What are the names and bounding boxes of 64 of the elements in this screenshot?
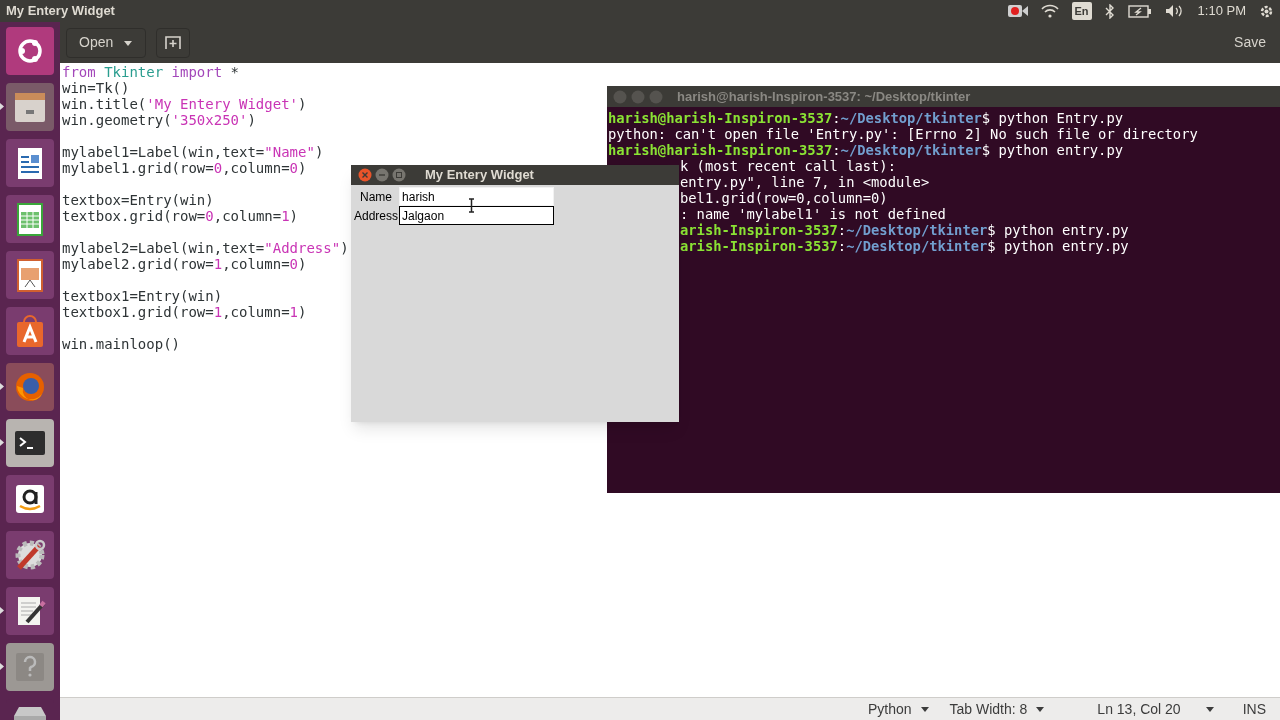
caret-icon [123, 38, 134, 47]
cursor-position: Ln 13, Col 20 [1097, 699, 1181, 719]
code-line: textbox1.grid(row=1,column=1) [62, 304, 307, 320]
launcher-file-cabinet-button[interactable] [6, 83, 54, 131]
code-line: win.geometry('350x250') [62, 112, 256, 128]
wifi-icon[interactable] [1040, 4, 1059, 18]
terminal-line: : name 'mylabel1' is not defined [680, 206, 946, 222]
code-line: textbox=Entry(win) [62, 192, 214, 208]
text-cursor-icon [468, 198, 475, 213]
caret-icon [919, 705, 930, 713]
terminal-line: bel1.grid(row=0,column=0) [680, 190, 888, 206]
code-line: win=Tk() [62, 80, 130, 96]
save-button[interactable]: Save [1226, 27, 1274, 58]
text-input[interactable]: Jalgaon [399, 206, 555, 225]
caret-icon[interactable] [1204, 705, 1215, 713]
terminal-line: arish-Inspiron-3537:~/Desktop/tkinter$ python entry.py [680, 222, 1129, 238]
insert-mode: INS [1242, 699, 1266, 719]
dialog-title: My Entery Widget [425, 166, 534, 185]
tab-width-dropdown[interactable]: Tab Width: 8 [941, 698, 1054, 720]
launcher-presentation-button[interactable] [6, 251, 54, 299]
code-line: win.title('My Entery Widget') [62, 96, 307, 112]
code-line: textbox.grid(row=0,column=1) [62, 208, 299, 224]
launcher-spreadsheet-button[interactable] [6, 195, 54, 243]
text-input[interactable]: harish [399, 187, 555, 206]
terminal-line: python: can't open file 'Entry.py': [Errno 2] No such file or directory [608, 126, 1198, 142]
launcher-smile-arrow-button[interactable] [6, 475, 54, 523]
battery-icon[interactable] [1127, 4, 1152, 18]
code-line: win.mainloop() [62, 336, 180, 352]
code-line: mylabel1.grid(row=0,column=0) [62, 160, 307, 176]
window-maximize-icon[interactable] [392, 168, 406, 182]
terminal-title: harish@harish-Inspiron-3537: ~/Desktop/tkinter [677, 87, 971, 106]
launcher-gear-wrench-button[interactable] [6, 531, 54, 579]
language-dropdown[interactable]: Python [859, 698, 938, 720]
clock[interactable]: 1:10 PM [1197, 1, 1246, 21]
launcher-shopping-bag-button[interactable] [6, 307, 54, 355]
new-tab-button[interactable] [156, 27, 191, 58]
launcher-globe-fox-button[interactable] [6, 363, 54, 411]
field-label: Name [359, 188, 393, 206]
code-line: mylabel2.grid(row=1,column=0) [62, 256, 307, 272]
terminal-line: harish@harish-Inspiron-3537:~/Desktop/tkinter$ python Entry.py [608, 110, 1124, 126]
caret-icon [1035, 705, 1046, 713]
record-icon[interactable] [1007, 4, 1028, 18]
code-line: mylabel2=Label(win,text="Address") [62, 240, 349, 256]
launcher-ubuntu-logo-button[interactable] [6, 27, 54, 75]
launcher-paper-pencil-button[interactable] [6, 587, 54, 635]
terminal-line: entry.py", line 7, in <module> [680, 174, 930, 190]
new-tab-icon [165, 35, 182, 50]
launcher-document-button[interactable] [6, 139, 54, 187]
code-line: mylabel1=Label(win,text="Name") [62, 144, 324, 160]
window-minimize-icon[interactable] [375, 168, 389, 182]
language-indicator[interactable]: En [1071, 1, 1092, 21]
power-gear-icon[interactable] [1259, 3, 1274, 19]
code-line: from Tkinter import * [62, 64, 239, 80]
bluetooth-icon[interactable] [1104, 3, 1115, 19]
terminal-line: harish@harish-Inspiron-3537:~/Desktop/tkinter$ python entry.py [608, 142, 1124, 158]
terminal-line: arish-Inspiron-3537:~/Desktop/tkinter$ python entry.py [680, 238, 1129, 254]
terminal-line: k (most recent call last): [680, 158, 896, 174]
open-button[interactable]: Open [66, 27, 147, 58]
launcher-terminal-button[interactable] [6, 419, 54, 467]
field-label: Address [353, 207, 400, 225]
window-close-icon[interactable] [358, 168, 372, 182]
code-line: textbox1=Entry(win) [62, 288, 223, 304]
volume-icon[interactable] [1164, 4, 1185, 18]
window-title: My Entery Widget [6, 2, 115, 21]
